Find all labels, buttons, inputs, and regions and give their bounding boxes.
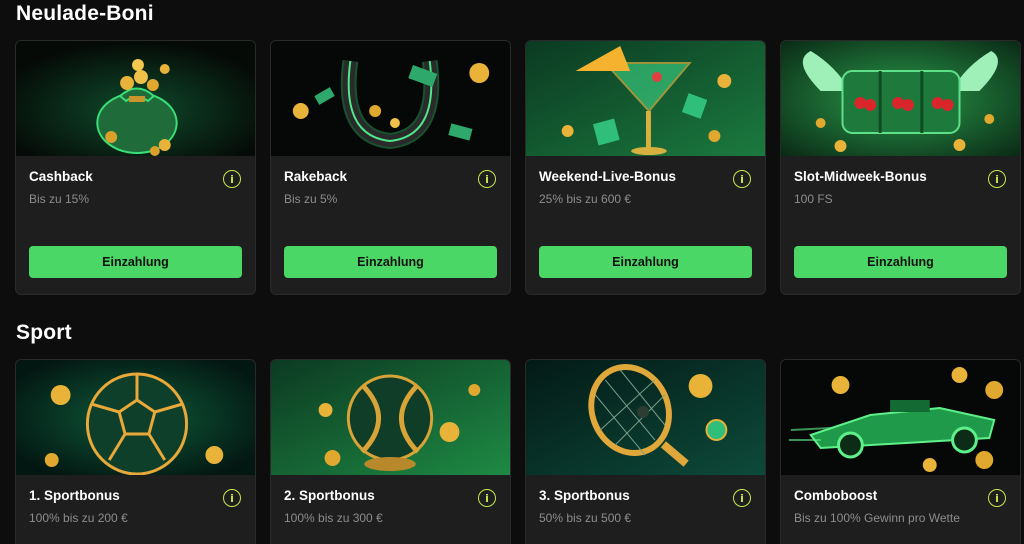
info-icon[interactable]: i	[223, 489, 241, 507]
card-title: Slot-Midweek-Bonus	[794, 169, 927, 184]
card-subtitle: Bis zu 15%	[29, 192, 90, 206]
card-title: Rakeback	[284, 169, 348, 184]
info-icon[interactable]: i	[223, 170, 241, 188]
bonus-card-weekend-live[interactable]: Weekend-Live-Bonus i 25% bis zu 600 € Ei…	[525, 40, 766, 295]
deposit-button[interactable]: Einzahlung	[539, 246, 752, 278]
info-icon[interactable]: i	[478, 170, 496, 188]
cocktail-dice-icon	[526, 41, 765, 156]
card-subtitle: 100% bis zu 300 €	[284, 511, 383, 525]
deposit-button[interactable]: Einzahlung	[794, 246, 1007, 278]
card-title: Cashback	[29, 169, 93, 184]
section-title-sport: Sport	[16, 321, 72, 344]
reload-bonus-cards: Cashback i Bis zu 15% Einzahlung Rakebac…	[15, 40, 1021, 295]
deposit-button[interactable]: Einzahlung	[29, 246, 242, 278]
card-title: 3. Sportbonus	[539, 488, 630, 503]
slot-reel-icon	[781, 41, 1020, 156]
bonus-card-sport-1[interactable]: 1. Sportbonus i 100% bis zu 200 €	[15, 359, 256, 544]
bonus-card-slot-midweek[interactable]: Slot-Midweek-Bonus i 100 FS Einzahlung	[780, 40, 1021, 295]
card-title: 1. Sportbonus	[29, 488, 120, 503]
tennis-ball-icon	[271, 360, 510, 475]
sport-bonus-cards: 1. Sportbonus i 100% bis zu 200 € 2. Spo…	[15, 359, 1021, 544]
info-icon[interactable]: i	[478, 489, 496, 507]
bonus-card-comboboost[interactable]: Comboboost i Bis zu 100% Gewinn pro Wett…	[780, 359, 1021, 544]
bonus-card-cashback[interactable]: Cashback i Bis zu 15% Einzahlung	[15, 40, 256, 295]
info-icon[interactable]: i	[988, 489, 1006, 507]
race-car-icon	[781, 360, 1020, 475]
card-subtitle: Bis zu 100% Gewinn pro Wette	[794, 511, 960, 525]
card-subtitle: 100% bis zu 200 €	[29, 511, 128, 525]
soccer-ball-icon	[16, 360, 255, 475]
bonus-card-sport-2[interactable]: 2. Sportbonus i 100% bis zu 300 €	[270, 359, 511, 544]
horseshoe-icon	[271, 41, 510, 156]
info-icon[interactable]: i	[988, 170, 1006, 188]
card-title: 2. Sportbonus	[284, 488, 375, 503]
tennis-racket-icon	[526, 360, 765, 475]
bonus-card-sport-3[interactable]: 3. Sportbonus i 50% bis zu 500 €	[525, 359, 766, 544]
info-icon[interactable]: i	[733, 170, 751, 188]
card-subtitle: 25% bis zu 600 €	[539, 192, 632, 206]
card-subtitle: 100 FS	[794, 192, 833, 206]
card-subtitle: Bis zu 5%	[284, 192, 338, 206]
section-title-reload-bonuses: Neulade-Boni	[16, 2, 154, 25]
deposit-button[interactable]: Einzahlung	[284, 246, 497, 278]
card-title: Weekend-Live-Bonus	[539, 169, 677, 184]
info-icon[interactable]: i	[733, 489, 751, 507]
card-title: Comboboost	[794, 488, 878, 503]
bonus-card-rakeback[interactable]: Rakeback i Bis zu 5% Einzahlung	[270, 40, 511, 295]
money-bag-icon	[16, 41, 255, 156]
card-subtitle: 50% bis zu 500 €	[539, 511, 632, 525]
